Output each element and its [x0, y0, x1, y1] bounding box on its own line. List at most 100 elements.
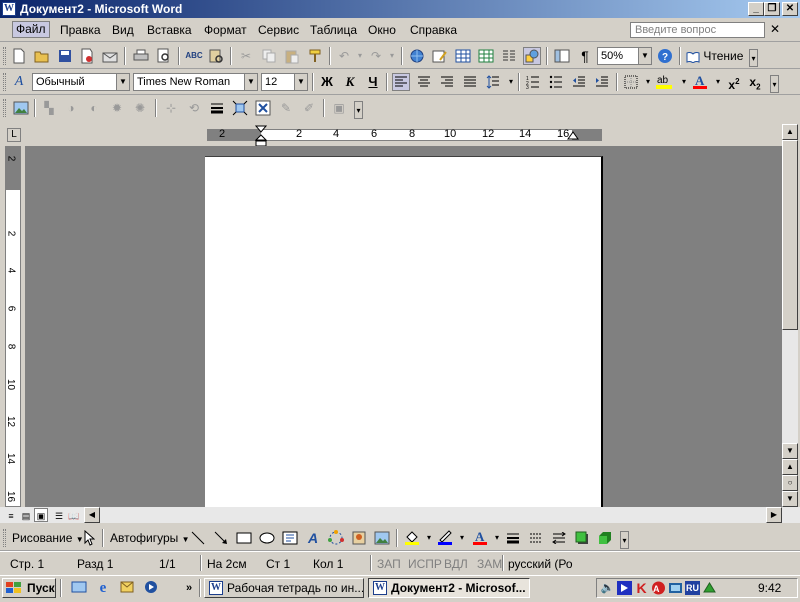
bold-button[interactable]: Ж: [318, 73, 336, 91]
menu-edit[interactable]: Правка: [60, 23, 101, 37]
outlook-express-icon[interactable]: [118, 579, 136, 597]
font-size-select[interactable]: 12 ▼: [261, 73, 308, 91]
color-icon[interactable]: ▚: [40, 99, 58, 117]
chevron-down-icon[interactable]: ▼: [116, 74, 129, 90]
wordart-icon[interactable]: A: [304, 529, 322, 547]
document-page[interactable]: [205, 156, 603, 507]
taskbar-item-active[interactable]: W Документ2 - Microsof...: [368, 578, 530, 598]
new-icon[interactable]: [10, 47, 28, 65]
align-left-button[interactable]: [392, 73, 410, 91]
next-page-icon[interactable]: ▼: [782, 491, 798, 507]
menu-insert[interactable]: Вставка: [147, 23, 192, 37]
clip-art-icon[interactable]: [350, 529, 368, 547]
web-layout-view-icon[interactable]: ▤: [19, 508, 33, 522]
text-wrapping-icon[interactable]: [254, 99, 272, 117]
line-style-icon[interactable]: [208, 99, 226, 117]
reading-layout-view-icon[interactable]: 📖: [67, 508, 81, 522]
media-tray-icon[interactable]: [617, 580, 632, 596]
font-select[interactable]: Times New Roman ▼: [133, 73, 258, 91]
kaspersky-icon[interactable]: K: [634, 580, 649, 596]
rotate-icon[interactable]: ⟲: [185, 99, 203, 117]
paste-icon[interactable]: [283, 47, 301, 65]
research-icon[interactable]: [207, 47, 225, 65]
line-style-icon[interactable]: [504, 529, 522, 547]
toolbar-options-icon[interactable]: ▾: [354, 101, 363, 119]
diagram-icon[interactable]: [327, 529, 345, 547]
tab-selector[interactable]: L: [7, 128, 21, 142]
cut-icon[interactable]: ✂: [237, 47, 255, 65]
increase-indent-icon[interactable]: [593, 73, 611, 91]
font-color-icon[interactable]: A: [471, 529, 489, 547]
previous-page-icon[interactable]: ▲: [782, 459, 798, 475]
open-icon[interactable]: [33, 47, 51, 65]
justify-button[interactable]: [461, 73, 479, 91]
rectangle-icon[interactable]: [235, 529, 253, 547]
line-spacing-icon[interactable]: [484, 73, 502, 91]
scroll-right-icon[interactable]: ▶: [766, 507, 782, 523]
select-objects-icon[interactable]: [80, 529, 98, 547]
fill-color-icon[interactable]: [403, 529, 421, 547]
toolbar-grip[interactable]: [3, 47, 6, 65]
show-desktop-icon[interactable]: [70, 579, 88, 597]
document-map-icon[interactable]: [553, 47, 571, 65]
superscript-icon[interactable]: x2: [725, 73, 743, 92]
right-indent-marker[interactable]: [567, 131, 579, 141]
quicklaunch-expand-icon[interactable]: »: [180, 579, 198, 597]
menu-tools[interactable]: Сервис: [258, 23, 299, 37]
oval-icon[interactable]: [258, 529, 276, 547]
taskbar-item[interactable]: W Рабочая тетрадь по ин...: [204, 578, 364, 598]
media-player-icon[interactable]: [142, 579, 160, 597]
insert-picture-icon[interactable]: [12, 99, 30, 117]
update-icon[interactable]: [702, 580, 717, 596]
close-button[interactable]: ✕: [782, 2, 798, 16]
reading-layout-button[interactable]: Чтение: [686, 47, 746, 65]
minimize-button[interactable]: _: [748, 2, 764, 16]
chevron-down-icon[interactable]: ▼: [294, 74, 307, 90]
first-line-indent-marker[interactable]: [255, 125, 267, 147]
redo-dropdown-icon[interactable]: ▾: [383, 47, 401, 65]
menu-format[interactable]: Формат: [204, 23, 247, 37]
email-icon[interactable]: [101, 47, 119, 65]
chevron-down-icon[interactable]: ▼: [244, 74, 257, 90]
acrobat-icon[interactable]: A: [651, 580, 666, 596]
dash-style-icon[interactable]: [527, 529, 545, 547]
show-hide-icon[interactable]: ¶: [576, 47, 594, 65]
save-icon[interactable]: [56, 47, 74, 65]
internet-explorer-icon[interactable]: e: [94, 579, 112, 597]
toolbar-options-icon[interactable]: ▾: [749, 49, 758, 67]
drawing-icon[interactable]: [523, 47, 541, 65]
copy-icon[interactable]: [260, 47, 278, 65]
scroll-left-icon[interactable]: ◀: [84, 507, 100, 523]
word-app-icon[interactable]: W: [2, 2, 16, 16]
status-rec[interactable]: ЗАП: [377, 557, 401, 571]
bullets-icon[interactable]: [547, 73, 565, 91]
columns-icon[interactable]: [500, 47, 518, 65]
print-icon[interactable]: [132, 47, 150, 65]
scroll-down-icon[interactable]: ▼: [782, 443, 798, 459]
zoom-select[interactable]: 50% ▼: [597, 47, 652, 65]
outline-view-icon[interactable]: ☰: [52, 508, 66, 522]
highlight-icon[interactable]: ab: [655, 73, 673, 91]
menu-help[interactable]: Справка: [410, 23, 457, 37]
help-icon[interactable]: ?: [656, 47, 674, 65]
print-preview-icon[interactable]: [155, 47, 173, 65]
horizontal-scrollbar[interactable]: [0, 507, 800, 523]
menu-file[interactable]: Файл: [12, 21, 50, 38]
permission-icon[interactable]: [78, 47, 96, 65]
status-trk[interactable]: ИСПР: [408, 557, 442, 571]
toolbar-grip[interactable]: [3, 73, 6, 91]
numbering-icon[interactable]: 123: [524, 73, 542, 91]
format-picture-icon[interactable]: ✎: [277, 99, 295, 117]
shadow-style-icon[interactable]: [573, 529, 591, 547]
restore-button[interactable]: ❐: [764, 2, 780, 16]
volume-icon[interactable]: 🔈: [600, 580, 615, 596]
insert-table-icon[interactable]: [454, 47, 472, 65]
line-color-icon[interactable]: [436, 529, 454, 547]
status-ovr[interactable]: ЗАМ: [477, 557, 502, 571]
borders-icon[interactable]: [622, 73, 640, 91]
insert-excel-icon[interactable]: [477, 47, 495, 65]
scroll-thumb[interactable]: [782, 140, 798, 330]
normal-view-icon[interactable]: ≡: [4, 508, 18, 522]
subscript-icon[interactable]: x2: [746, 73, 764, 91]
menu-table[interactable]: Таблица: [310, 23, 357, 37]
